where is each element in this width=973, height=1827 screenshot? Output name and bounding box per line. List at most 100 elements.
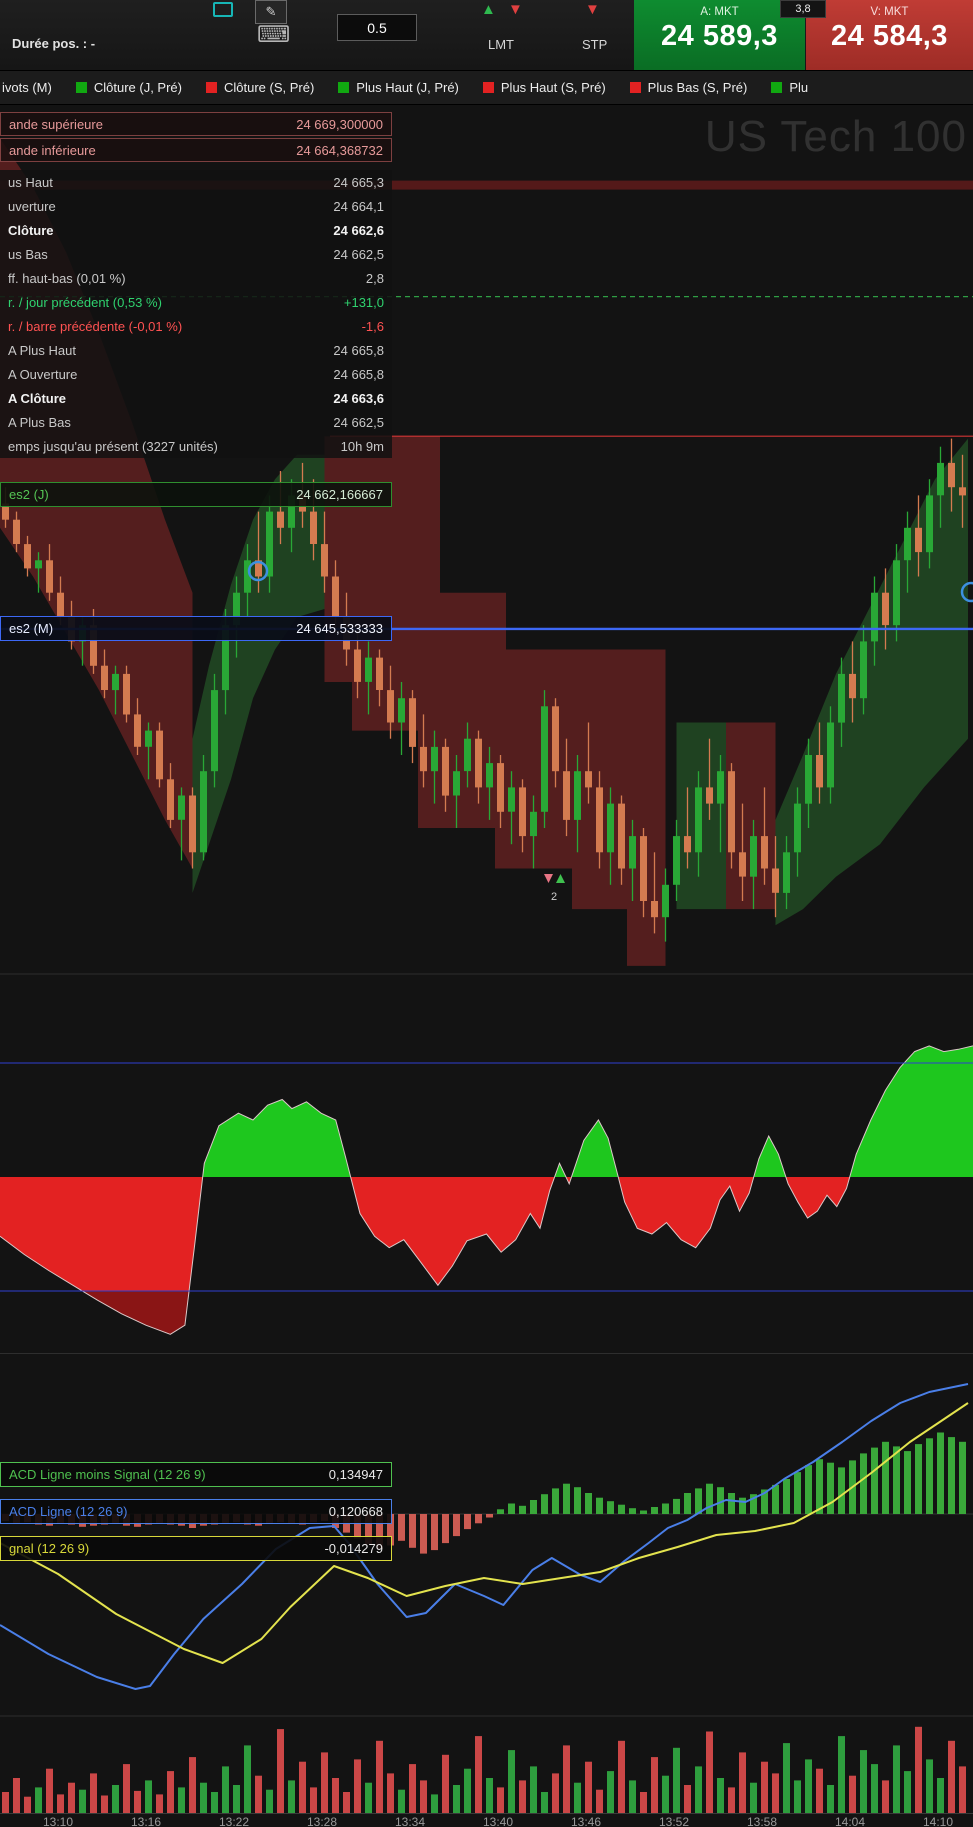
time-label: 14:04	[834, 1815, 866, 1827]
info-row: uverture 24 664,1	[0, 194, 392, 218]
time-label: 13:34	[394, 1815, 426, 1827]
instrument-watermark: US Tech 100	[704, 112, 967, 161]
indicator-legend: ivots (M) Clôture (J, Pré) Clôture (S, Pré…	[0, 71, 973, 105]
ma-monthly-value: 24 645,533333	[296, 621, 383, 636]
legend-color-swatch	[338, 82, 350, 93]
sell-market-button[interactable]: V: MKT 24 584,3	[806, 0, 973, 70]
time-label: 13:16	[130, 1815, 162, 1827]
legend-item[interactable]: Clôture (J, Pré)	[75, 80, 182, 95]
info-row-label: ff. haut-bas (0,01 %)	[8, 270, 126, 286]
info-row: A Plus Haut 24 665,8	[0, 338, 392, 362]
info-row-value: -1,6	[361, 318, 384, 334]
info-band-row: ande supérieure 24 669,300000	[0, 112, 392, 136]
info-row-value: 24 665,8	[333, 342, 384, 358]
info-row-value: 24 662,5	[333, 414, 384, 430]
info-row-label: A Plus Bas	[8, 414, 71, 430]
info-row-label: us Bas	[8, 246, 48, 262]
limit-order-button[interactable]: LMT	[488, 37, 514, 52]
info-row-label: Clôture	[8, 222, 54, 238]
info-row-value: +131,0	[343, 294, 384, 310]
legend-item-label: Plus Haut (S, Pré)	[500, 80, 606, 95]
legend-item-label: Plus Bas (S, Pré)	[647, 80, 748, 95]
info-row-label: A Plus Haut	[8, 342, 76, 358]
info-row: us Bas 24 662,5	[0, 242, 392, 266]
stop-order-button[interactable]: STP	[582, 37, 607, 52]
macd-legend-box[interactable]: ACD Ligne moins Signal (12 26 9) 0,134947	[0, 1462, 392, 1487]
legend-item-label: Plus Haut (J, Pré)	[356, 80, 459, 95]
macd-legend-label: ACD Ligne (12 26 9)	[9, 1504, 128, 1519]
ma-monthly-overlay-label[interactable]: es2 (M) 24 645,533333	[0, 616, 392, 641]
svg-text:2: 2	[551, 891, 557, 903]
time-label: 13:40	[482, 1815, 514, 1827]
ma-monthly-name: es2 (M)	[9, 621, 54, 636]
macd-legend-value: 0,134947	[328, 1467, 383, 1482]
info-row-label: emps jusqu'au présent (3227 unités)	[8, 438, 218, 454]
sell-label: V: MKT	[870, 6, 909, 18]
info-row-label: uverture	[8, 198, 56, 214]
legend-item-label: Clôture (S, Pré)	[223, 80, 315, 95]
order-toolbar: Durée pos. : - ✎ ⌨ ▲ ▼ LMT ▼ STP A: MKT …	[0, 0, 973, 71]
legend-color-swatch	[75, 82, 87, 93]
time-label: 13:46	[570, 1815, 602, 1827]
info-row-label: A Ouverture	[8, 366, 78, 382]
legend-color-swatch	[629, 82, 641, 93]
info-row-value: 24 664,1	[333, 198, 384, 214]
info-row-value: 24 663,6	[333, 390, 384, 406]
arrow-down-icon[interactable]: ▼	[585, 1, 600, 19]
info-row-label: r. / jour précédent (0,53 %)	[8, 294, 162, 310]
info-row-label: A Clôture	[8, 390, 67, 406]
arrow-up-icon[interactable]: ▲	[481, 1, 496, 19]
ma-daily-value: 24 662,166667	[296, 487, 383, 502]
chart-style-icon[interactable]	[213, 2, 233, 17]
macd-legend-label: ACD Ligne moins Signal (12 26 9)	[9, 1467, 206, 1482]
info-row: ff. haut-bas (0,01 %) 2,8	[0, 266, 392, 290]
info-band-label: ande inférieure	[9, 142, 96, 158]
info-row: us Haut 24 665,3	[0, 170, 392, 194]
legend-item[interactable]: Plu	[771, 80, 808, 95]
time-axis: 13:10 13:16 13:22 13:28 13:34 13:40 13:46 13:52…	[0, 1815, 973, 1827]
ma-daily-name: es2 (J)	[9, 487, 49, 502]
info-band-label: ande supérieure	[9, 116, 103, 132]
arrow-down-icon[interactable]: ▼	[508, 1, 523, 19]
info-row-value: 10h 9m	[340, 438, 384, 454]
buy-price: 24 589,3	[661, 20, 778, 52]
info-row: r. / barre précédente (-0,01 %) -1,6	[0, 314, 392, 338]
info-row-value: 2,8	[365, 270, 384, 286]
info-row-value: 24 665,8	[333, 366, 384, 382]
info-row: emps jusqu'au présent (3227 unités) 10h 9…	[0, 434, 392, 458]
legend-item[interactable]: Plus Haut (J, Pré)	[338, 80, 459, 95]
info-row: A Clôture 24 663,6	[0, 386, 392, 410]
position-duration-label: Durée pos. : -	[12, 36, 96, 51]
legend-color-swatch	[205, 82, 217, 93]
ma-daily-overlay-label[interactable]: es2 (J) 24 662,166667	[0, 482, 392, 507]
macd-legend-box[interactable]: ACD Ligne (12 26 9) 0,120668	[0, 1499, 392, 1524]
time-label: 13:52	[658, 1815, 690, 1827]
legend-item[interactable]: Plus Bas (S, Pré)	[629, 80, 748, 95]
macd-legend-box[interactable]: gnal (12 26 9) -0,014279	[0, 1536, 392, 1561]
info-row-value: 24 662,6	[333, 222, 384, 238]
spread-badge: 3,8	[780, 0, 826, 18]
legend-item[interactable]: Clôture (S, Pré)	[205, 80, 315, 95]
quantity-input[interactable]	[337, 14, 417, 41]
macd-legend-value: 0,120668	[328, 1504, 383, 1519]
legend-item[interactable]: Plus Haut (S, Pré)	[482, 80, 606, 95]
legend-item-label: Plu	[789, 80, 809, 95]
legend-item-label: Clôture (J, Pré)	[93, 80, 182, 95]
info-band-row: ande inférieure 24 664,368732	[0, 138, 392, 162]
keyboard-icon[interactable]: ⌨	[257, 22, 290, 46]
legend-color-swatch	[771, 82, 783, 93]
legend-item-label: ivots (M)	[2, 80, 52, 95]
legend-color-swatch	[482, 82, 494, 93]
macd-legend-label: gnal (12 26 9)	[9, 1541, 90, 1556]
time-label: 13:22	[218, 1815, 250, 1827]
info-row: Clôture 24 662,6	[0, 218, 392, 242]
macd-legend-value: -0,014279	[324, 1541, 383, 1556]
legend-item[interactable]: ivots (M)	[2, 80, 52, 95]
info-row: r. / jour précédent (0,53 %) +131,0	[0, 290, 392, 314]
info-row-label: r. / barre précédente (-0,01 %)	[8, 318, 183, 334]
sell-price: 24 584,3	[831, 20, 948, 52]
time-label: 13:10	[42, 1815, 74, 1827]
time-label: 13:58	[746, 1815, 778, 1827]
info-band-value: 24 669,300000	[296, 116, 383, 132]
time-label: 14:10	[922, 1815, 954, 1827]
